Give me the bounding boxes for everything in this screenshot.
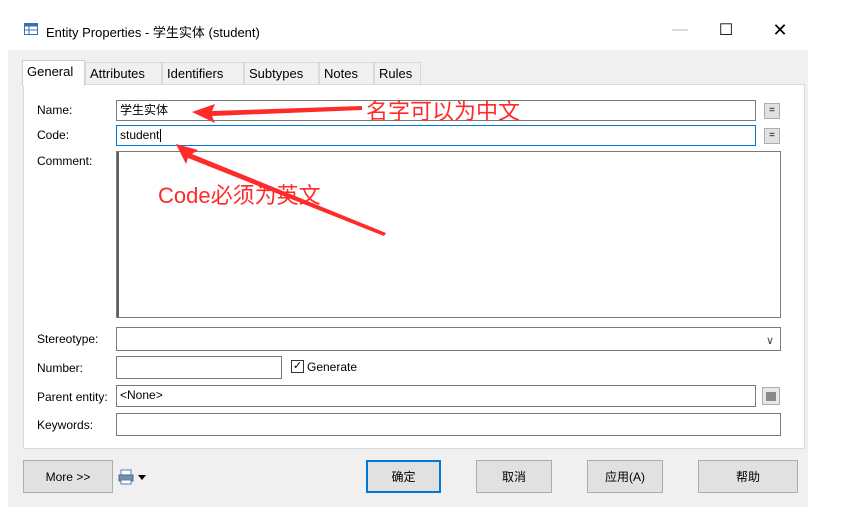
general-panel: Name: 学生实体 = Code: student = Comment: St… — [23, 84, 805, 449]
minimize-button[interactable]: — — [658, 15, 702, 45]
title-bar: Entity Properties - 学生实体 (student) — ☐ ✕ — [8, 10, 808, 50]
name-annotation: 名字可以为中文 — [366, 99, 521, 124]
tab-rules[interactable]: Rules — [374, 62, 421, 84]
cancel-button[interactable]: 取消 — [476, 460, 552, 493]
keywords-label: Keywords: — [37, 418, 94, 432]
number-field[interactable] — [116, 356, 282, 379]
entity-grid-icon — [24, 23, 38, 35]
tab-notes[interactable]: Notes — [319, 62, 374, 84]
chevron-down-icon[interactable] — [138, 475, 146, 481]
generate-checkbox[interactable]: ✓ — [291, 360, 304, 373]
code-equals-button[interactable]: = — [764, 128, 780, 144]
comment-label: Comment: — [37, 154, 93, 168]
browse-icon[interactable] — [762, 387, 780, 405]
parent-entity-label: Parent entity: — [37, 390, 108, 404]
tab-general[interactable]: General — [22, 60, 85, 86]
generate-label: Generate — [307, 360, 358, 374]
more-button[interactable]: More >> — [23, 460, 113, 493]
apply-button[interactable]: 应用(A) — [587, 460, 663, 493]
chevron-down-icon[interactable]: ∨ — [766, 332, 774, 351]
name-label: Name: — [37, 103, 73, 117]
tab-identifiers[interactable]: Identifiers — [162, 62, 244, 84]
printer-icon[interactable] — [118, 469, 134, 485]
comment-textarea[interactable] — [116, 151, 781, 318]
code-value: student — [120, 128, 160, 142]
comment-left-edge — [117, 152, 119, 317]
code-annotation: Code必须为英文 — [158, 183, 321, 208]
window-title: Entity Properties - 学生实体 (student) — [46, 25, 260, 40]
tab-attributes[interactable]: Attributes — [85, 62, 162, 84]
stereotype-combobox[interactable]: ∨ — [116, 327, 781, 351]
number-label: Number: — [37, 361, 84, 375]
keywords-field[interactable] — [116, 413, 781, 436]
stereotype-label: Stereotype: — [37, 332, 99, 346]
close-button[interactable]: ✕ — [758, 15, 802, 45]
entity-properties-dialog: Entity Properties - 学生实体 (student) — ☐ ✕… — [8, 10, 808, 507]
maximize-button[interactable]: ☐ — [704, 15, 748, 45]
tab-subtypes[interactable]: Subtypes — [244, 62, 319, 84]
name-equals-button[interactable]: = — [764, 103, 780, 119]
code-label: Code: — [37, 128, 70, 142]
code-field[interactable]: student — [116, 125, 756, 146]
parent-entity-field: <None> — [116, 385, 756, 407]
ok-button[interactable]: 确定 — [366, 460, 441, 493]
text-caret — [160, 129, 162, 143]
help-button[interactable]: 帮助 — [698, 460, 798, 493]
